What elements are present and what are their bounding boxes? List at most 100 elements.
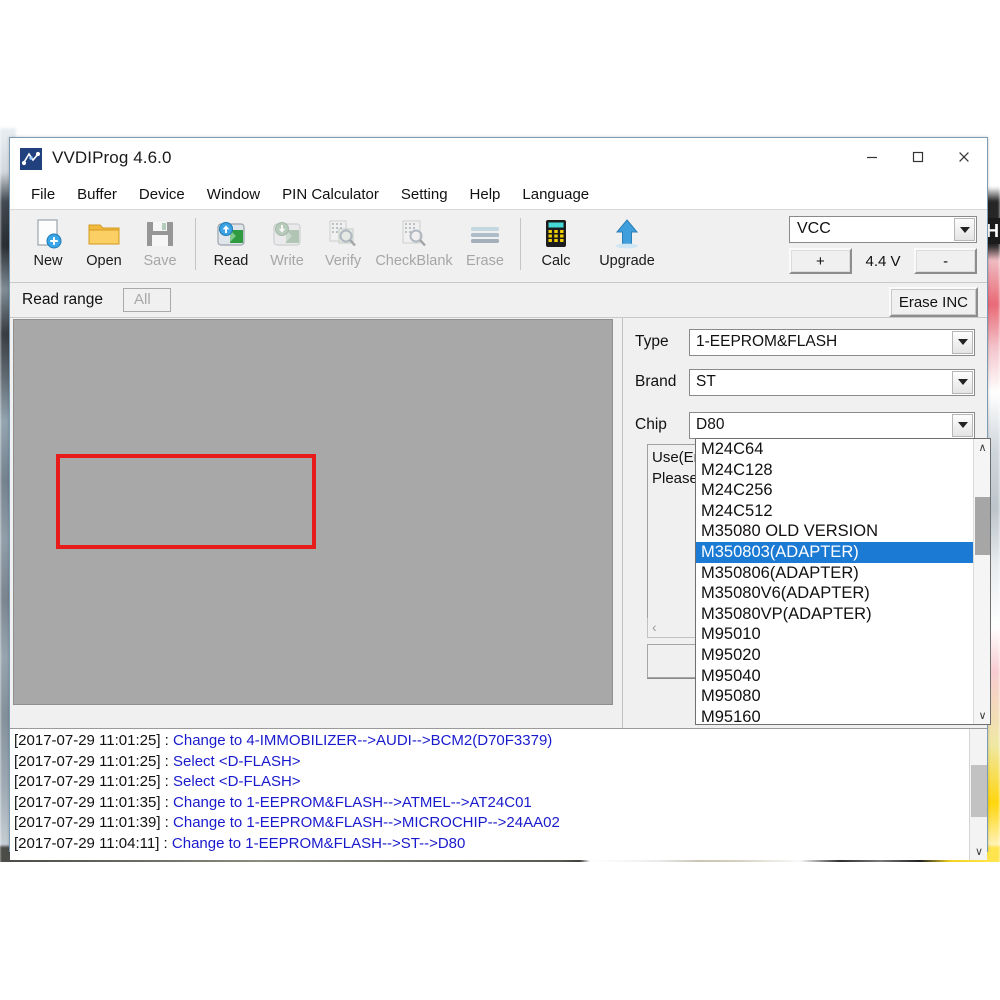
type-select[interactable]: 1-EEPROM&FLASH bbox=[689, 329, 975, 356]
minimize-button[interactable] bbox=[849, 138, 895, 180]
dropdown-item[interactable]: M350806(ADAPTER) bbox=[696, 563, 990, 584]
log-panel: [2017-07-29 11:01:25] : Change to 4-IMMO… bbox=[10, 728, 987, 860]
dropdown-item[interactable]: M95020 bbox=[696, 645, 990, 666]
toolbar-upgrade-button[interactable]: Upgrade bbox=[584, 212, 670, 280]
chip-selection-panel: Type 1-EEPROM&FLASH Brand ST Chip bbox=[622, 318, 987, 728]
vcc-selected-value: VCC bbox=[797, 220, 831, 238]
erase-inc-button[interactable]: Erase INC bbox=[889, 287, 978, 317]
app-logo-icon bbox=[20, 148, 42, 170]
read-range-label: Read range bbox=[22, 291, 103, 309]
toolbar-write-label: Write bbox=[270, 253, 304, 269]
log-line: [2017-07-29 11:01:25] : Select <D-FLASH> bbox=[14, 772, 965, 793]
menu-window[interactable]: Window bbox=[196, 186, 271, 203]
chip-dropdown-list[interactable]: M24C64 M24C128 M24C256 M24C512 M35080 OL… bbox=[695, 438, 991, 725]
minimize-icon bbox=[865, 150, 879, 168]
log-message: Select <D-FLASH> bbox=[173, 773, 301, 790]
read-range-value: All bbox=[134, 291, 151, 308]
log-line: [2017-07-29 11:01:25] : Change to 4-IMMO… bbox=[14, 731, 965, 752]
toolbar-erase-button[interactable]: Erase bbox=[457, 212, 513, 280]
buffer-view[interactable] bbox=[13, 319, 613, 705]
chevron-down-icon[interactable] bbox=[952, 331, 973, 354]
log-line: [2017-07-29 11:01:39] : Change to 1-EEPR… bbox=[14, 813, 965, 834]
menu-bar: File Buffer Device Window PIN Calculator… bbox=[10, 180, 987, 210]
chip-label: Chip bbox=[635, 416, 689, 434]
dropdown-item[interactable]: M24C64 bbox=[696, 439, 990, 460]
close-icon bbox=[957, 150, 971, 168]
vcc-voltage-value: 4.4 V bbox=[854, 248, 913, 274]
chip-value: D80 bbox=[696, 416, 724, 434]
toolbar-new-label: New bbox=[33, 253, 62, 269]
menu-help[interactable]: Help bbox=[459, 186, 512, 203]
background-h-letter: H bbox=[986, 218, 1000, 244]
log-timestamp: [2017-07-29 11:01:25] : bbox=[14, 732, 173, 749]
log-timestamp: [2017-07-29 11:01:39] : bbox=[14, 814, 173, 831]
vcc-adjust-row: + 4.4 V - bbox=[789, 248, 977, 274]
log-message: Change to 1-EEPROM&FLASH-->ATMEL-->AT24C… bbox=[173, 794, 532, 811]
read-range-bar: Read range All Erase INC bbox=[10, 283, 987, 318]
dropdown-item[interactable]: M24C512 bbox=[696, 501, 990, 522]
toolbar-checkblank-button[interactable]: CheckBlank bbox=[371, 212, 457, 280]
menu-buffer[interactable]: Buffer bbox=[66, 186, 128, 203]
dropdown-item[interactable]: M95080 bbox=[696, 686, 990, 707]
vcc-controls: VCC + 4.4 V - bbox=[789, 216, 977, 274]
chip-info-line-2: Please bbox=[652, 470, 698, 487]
scrollbar-thumb[interactable] bbox=[971, 765, 987, 817]
log-scrollbar[interactable]: ∨ bbox=[969, 729, 987, 860]
read-range-input[interactable]: All bbox=[123, 288, 171, 312]
menu-language[interactable]: Language bbox=[511, 186, 600, 203]
menu-device[interactable]: Device bbox=[128, 186, 196, 203]
write-chip-icon bbox=[268, 216, 306, 252]
toolbar-calc-button[interactable]: Calc bbox=[528, 212, 584, 280]
toolbar-save-button[interactable]: Save bbox=[132, 212, 188, 280]
scroll-down-icon[interactable]: ∨ bbox=[970, 843, 988, 860]
toolbar-new-button[interactable]: New bbox=[20, 212, 76, 280]
toolbar-verify-label: Verify bbox=[325, 253, 361, 269]
log-lines[interactable]: [2017-07-29 11:01:25] : Change to 4-IMMO… bbox=[14, 731, 965, 860]
dropdown-item[interactable]: M35080 OLD VERSION bbox=[696, 521, 990, 542]
dropdown-item[interactable]: M35080V6(ADAPTER) bbox=[696, 583, 990, 604]
dropdown-scrollbar[interactable]: ∧ ∨ bbox=[973, 439, 990, 724]
brand-row: Brand ST bbox=[635, 368, 975, 396]
toolbar-open-button[interactable]: Open bbox=[76, 212, 132, 280]
scrollbar-thumb[interactable] bbox=[975, 497, 990, 555]
chevron-down-icon[interactable] bbox=[952, 371, 973, 394]
toolbar-read-button[interactable]: Read bbox=[203, 212, 259, 280]
vcc-increase-button[interactable]: + bbox=[789, 248, 852, 274]
chevron-down-icon[interactable] bbox=[952, 414, 973, 437]
toolbar-verify-button[interactable]: Verify bbox=[315, 212, 371, 280]
scroll-down-icon[interactable]: ∨ bbox=[974, 707, 991, 724]
menu-setting[interactable]: Setting bbox=[390, 186, 459, 203]
toolbar-open-label: Open bbox=[86, 253, 121, 269]
close-button[interactable] bbox=[941, 138, 987, 180]
dropdown-item[interactable]: M24C256 bbox=[696, 480, 990, 501]
toolbar-write-button[interactable]: Write bbox=[259, 212, 315, 280]
scroll-left-icon[interactable]: ‹ bbox=[652, 619, 657, 635]
brand-select[interactable]: ST bbox=[689, 369, 975, 396]
read-chip-icon bbox=[212, 216, 250, 252]
log-timestamp: [2017-07-29 11:01:25] : bbox=[14, 753, 173, 770]
maximize-button[interactable] bbox=[895, 138, 941, 180]
dropdown-item[interactable]: M95010 bbox=[696, 624, 990, 645]
log-line: [2017-07-29 11:01:25] : Select <D-FLASH> bbox=[14, 752, 965, 773]
log-timestamp: [2017-07-29 11:01:25] : bbox=[14, 773, 173, 790]
log-message: Change to 1-EEPROM&FLASH-->ST-->D80 bbox=[172, 835, 465, 852]
dropdown-item[interactable]: M95160 bbox=[696, 707, 990, 725]
open-folder-icon bbox=[85, 216, 123, 252]
log-timestamp: [2017-07-29 11:01:35] : bbox=[14, 794, 173, 811]
calculator-icon bbox=[537, 216, 575, 252]
log-message: Change to 4-IMMOBILIZER-->AUDI-->BCM2(D7… bbox=[173, 732, 552, 749]
toolbar-erase-label: Erase bbox=[466, 253, 504, 269]
dropdown-item[interactable]: M24C128 bbox=[696, 460, 990, 481]
scroll-up-icon[interactable]: ∧ bbox=[974, 439, 991, 456]
vcc-decrease-button[interactable]: - bbox=[914, 248, 977, 274]
dropdown-item[interactable]: M35080VP(ADAPTER) bbox=[696, 604, 990, 625]
vcc-select[interactable]: VCC bbox=[789, 216, 977, 243]
new-file-icon bbox=[29, 216, 67, 252]
dropdown-item-selected[interactable]: M350803(ADAPTER) bbox=[696, 542, 990, 563]
dropdown-item[interactable]: M95040 bbox=[696, 666, 990, 687]
menu-pin-calculator[interactable]: PIN Calculator bbox=[271, 186, 390, 203]
toolbar-save-label: Save bbox=[143, 253, 176, 269]
menu-file[interactable]: File bbox=[20, 186, 66, 203]
chevron-down-icon[interactable] bbox=[954, 218, 975, 241]
chip-select[interactable]: D80 bbox=[689, 412, 975, 439]
